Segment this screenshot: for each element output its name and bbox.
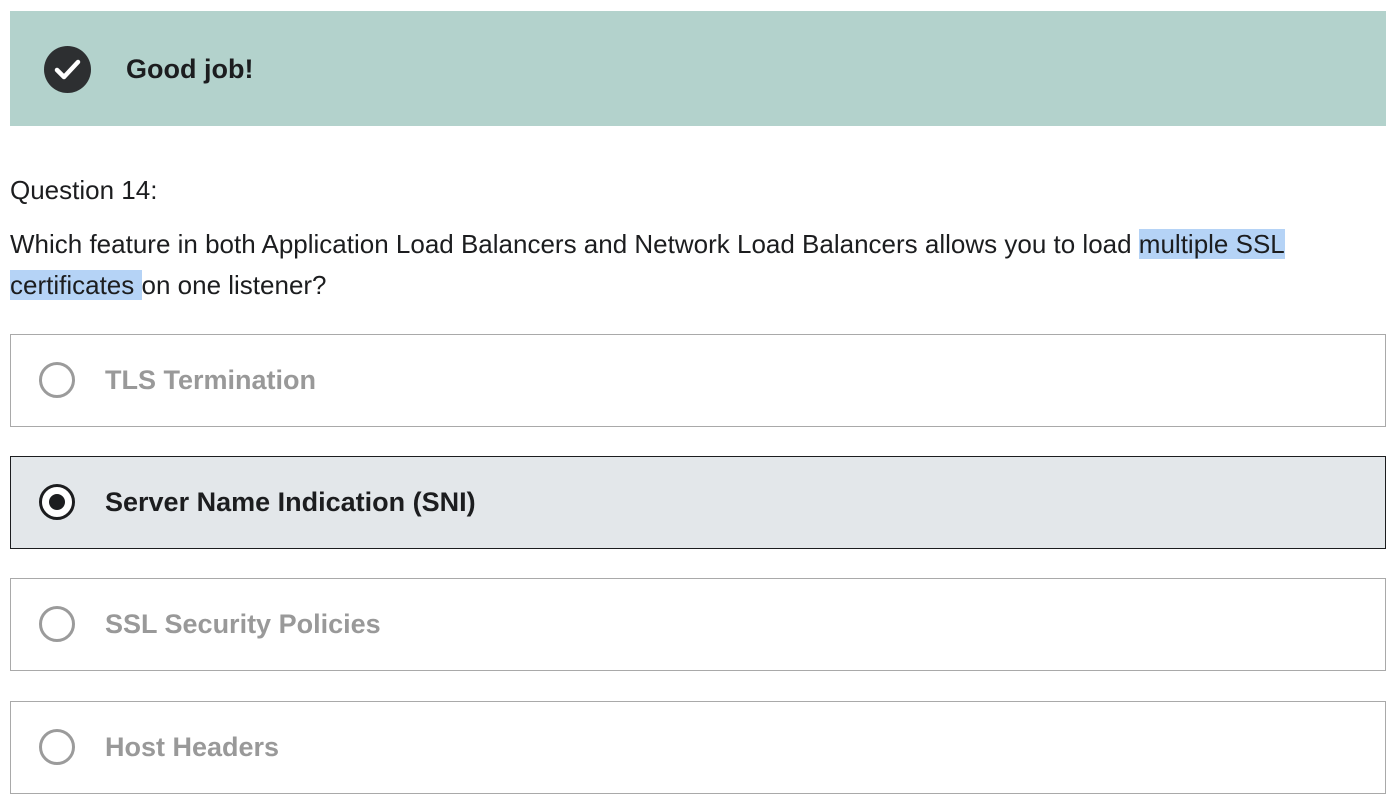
answer-option-sni[interactable]: Server Name Indication (SNI) xyxy=(10,456,1386,549)
radio-button-icon[interactable] xyxy=(39,362,75,398)
question-number: Question 14: xyxy=(10,175,158,205)
radio-button-icon[interactable] xyxy=(39,606,75,642)
answer-option-label: TLS Termination xyxy=(105,365,317,395)
radio-button-selected-icon[interactable] xyxy=(39,484,75,520)
check-circle-icon xyxy=(44,46,91,93)
answer-option-ssl-security-policies[interactable]: SSL Security Policies xyxy=(10,578,1386,671)
question-text: Which feature in both Application Load B… xyxy=(10,224,1380,306)
feedback-banner: Good job! xyxy=(10,11,1386,126)
answer-option-host-headers[interactable]: Host Headers xyxy=(10,701,1386,794)
quiz-page: Good job! Question 14: Which feature in … xyxy=(0,0,1386,806)
radio-dot-icon xyxy=(49,494,65,510)
answer-option-label: Server Name Indication (SNI) xyxy=(105,487,476,517)
feedback-message: Good job! xyxy=(126,54,254,84)
question-text-part: on one listener? xyxy=(141,270,327,300)
radio-button-icon[interactable] xyxy=(39,729,75,765)
answer-option-label: SSL Security Policies xyxy=(105,609,381,639)
answer-option-label: Host Headers xyxy=(105,732,280,762)
question-text-part: Which feature in both Application Load B… xyxy=(10,229,1139,259)
answer-option-tls-termination[interactable]: TLS Termination xyxy=(10,334,1386,427)
